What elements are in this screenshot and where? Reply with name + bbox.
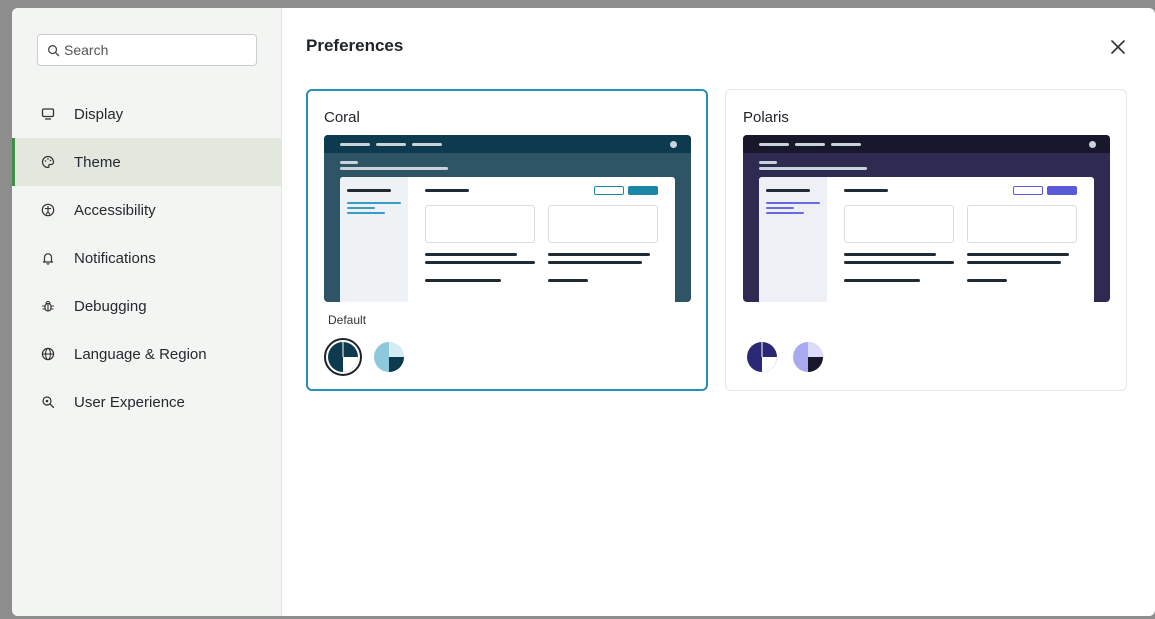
sidebar-item-label: Notifications (74, 249, 156, 267)
user-experience-icon (40, 394, 56, 410)
bell-icon (40, 250, 56, 266)
sidebar: Display Theme Accessibility Notification… (12, 8, 282, 616)
light-mode-swatch-icon (793, 342, 823, 372)
theme-name: Coral (324, 109, 360, 126)
light-mode-swatch-icon (374, 342, 404, 372)
sidebar-item-label: Theme (74, 153, 121, 171)
palette-icon (40, 154, 56, 170)
globe-icon (40, 346, 56, 362)
swatch-dark-mode[interactable] (324, 338, 362, 376)
search-field[interactable] (37, 34, 257, 66)
swatch-light-mode[interactable] (789, 338, 827, 376)
dark-mode-swatch-icon (747, 342, 777, 372)
sidebar-item-accessibility[interactable]: Accessibility (12, 186, 282, 234)
sidebar-item-label: Accessibility (74, 201, 156, 219)
sidebar-item-label: Language & Region (74, 345, 207, 363)
close-icon (1111, 40, 1125, 54)
swatch-group (324, 338, 408, 376)
sidebar-item-notifications[interactable]: Notifications (12, 234, 282, 282)
sidebar-item-label: Display (74, 105, 124, 123)
page-title: Preferences (306, 36, 404, 55)
default-label: Default (328, 313, 367, 327)
search-input[interactable] (64, 42, 244, 58)
sidebar-item-language-region[interactable]: Language & Region (12, 330, 282, 378)
accessibility-icon (40, 202, 56, 218)
theme-card-coral[interactable]: Coral Default (306, 89, 708, 391)
swatch-group (743, 338, 827, 376)
swatch-light-mode[interactable] (370, 338, 408, 376)
preferences-dialog: Display Theme Accessibility Notification… (12, 8, 1155, 616)
monitor-icon (40, 106, 56, 122)
dark-mode-swatch-icon (328, 342, 358, 372)
swatch-dark-mode[interactable] (743, 338, 781, 376)
search-icon (48, 44, 60, 56)
theme-name: Polaris (743, 109, 789, 126)
sidebar-nav: Display Theme Accessibility Notification… (12, 90, 282, 426)
theme-card-polaris[interactable]: Polaris (725, 89, 1127, 391)
theme-preview (324, 135, 691, 302)
sidebar-item-theme[interactable]: Theme (12, 138, 282, 186)
close-button[interactable] (1107, 36, 1129, 58)
sidebar-item-debugging[interactable]: Debugging (12, 282, 282, 330)
sidebar-item-user-experience[interactable]: User Experience (12, 378, 282, 426)
sidebar-item-label: Debugging (74, 297, 147, 315)
theme-preview (743, 135, 1110, 302)
sidebar-item-label: User Experience (74, 393, 185, 411)
sidebar-item-display[interactable]: Display (12, 90, 282, 138)
bug-icon (40, 298, 56, 314)
main-panel: Preferences Coral Default Polaris (282, 8, 1155, 616)
